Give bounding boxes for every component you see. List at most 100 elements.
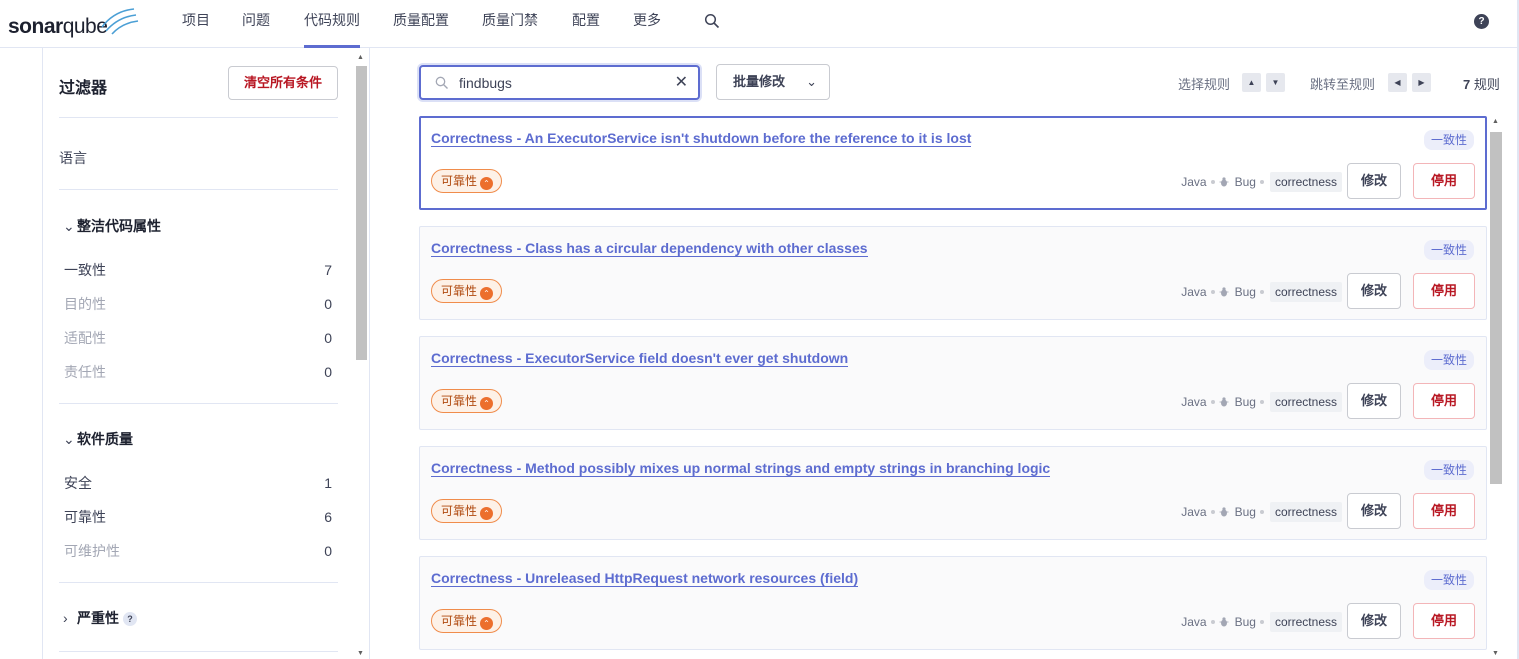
select-previous-rule-button[interactable]: ▲ [1242,73,1261,92]
rule-title-link[interactable]: Correctness - An ExecutorService isn't s… [431,130,972,147]
rule-type: Bug [1234,175,1256,189]
bug-icon [1219,287,1229,297]
rule-item[interactable]: Correctness - Class has a circular depen… [419,226,1487,320]
rule-type: Bug [1234,285,1256,299]
separator-dot [1259,290,1264,294]
deactivate-rule-button[interactable]: 停用 [1413,603,1475,639]
edit-rule-button[interactable]: 修改 [1347,163,1401,199]
software-quality-impact-badge[interactable]: 可靠性 ⌃ [431,389,503,413]
nav-quality-profiles[interactable]: 质量配置 [393,0,449,48]
facet-item-security[interactable]: 安全 1 [64,473,332,493]
nav-quality-gates[interactable]: 质量门禁 [482,0,538,48]
deactivate-rule-button[interactable]: 停用 [1413,493,1475,529]
rule-meta: Java Bug correctness [1181,392,1342,412]
scroll-down-icon[interactable]: ▼ [1492,650,1499,657]
facet-heading: 软件质量 [77,431,133,447]
software-quality-impact-badge[interactable]: 可靠性 ⌃ [431,609,503,633]
deactivate-rule-button[interactable]: 停用 [1413,273,1475,309]
edit-rule-button[interactable]: 修改 [1347,273,1401,309]
scroll-down-icon[interactable]: ▼ [357,650,364,657]
clear-search-icon[interactable]: ✕ [675,72,688,92]
rule-meta: Java Bug correctness [1181,502,1342,522]
rule-item[interactable]: Correctness - Unreleased HttpRequest net… [419,556,1487,650]
facet-item-consistency[interactable]: 一致性 7 [64,260,332,280]
clean-code-facet-header[interactable]: ⌄ 整洁代码属性 [63,216,161,236]
clean-code-attribute-badge: 一致性 [1423,460,1474,480]
facet-item-reliability[interactable]: 可靠性 6 [64,507,332,527]
nav-rules[interactable]: 代码规则 [304,0,360,48]
rule-tag[interactable]: correctness [1269,172,1342,192]
sidebar-scrollbar[interactable]: ▲ ▼ [355,54,367,659]
scroll-up-icon[interactable]: ▲ [357,54,364,61]
rules-count: 7 规则 [1463,77,1500,92]
separator-dot [1210,290,1215,294]
nav-issues[interactable]: 问题 [242,0,270,48]
bug-icon [1219,397,1229,407]
software-quality-impact-badge[interactable]: 可靠性 ⌃ [431,279,503,303]
nav-more[interactable]: 更多 [633,0,661,48]
nav-administration[interactable]: 配置 [572,0,600,48]
chevron-down-icon: ⌄ [63,431,75,447]
separator-dot [1259,180,1264,184]
severity-facet-header[interactable]: › 严重性? [63,608,137,628]
bulk-change-label: 批量修改 [733,74,786,89]
search-icon[interactable] [704,13,720,29]
help-icon[interactable]: ? [1474,14,1489,29]
clean-code-attribute-badge: 一致性 [1423,240,1474,260]
facet-item-responsibility[interactable]: 责任性 0 [64,362,332,382]
rules-scrollbar[interactable]: ▲ ▼ [1489,118,1503,659]
software-quality-facet-header[interactable]: ⌄ 软件质量 [63,429,133,449]
rule-item[interactable]: Correctness - ExecutorService field does… [419,336,1487,430]
separator-dot [1259,620,1264,624]
severity-high-icon: ⌃ [480,287,494,300]
rule-item[interactable]: Correctness - Method possibly mixes up n… [419,446,1487,540]
deactivate-rule-button[interactable]: 停用 [1413,383,1475,419]
logo-text-bold: sonar [8,15,63,38]
scrollbar-thumb[interactable] [1490,132,1502,484]
rule-language: Java [1181,175,1207,189]
edit-rule-button[interactable]: 修改 [1347,493,1401,529]
clear-all-filters-button[interactable]: 清空所有条件 [228,66,338,100]
sonar-waves-icon [101,8,139,35]
rule-type: Bug [1234,395,1256,409]
language-facet[interactable]: 语言 [59,148,87,168]
select-next-rule-button[interactable]: ▼ [1266,73,1285,92]
software-quality-impact-badge[interactable]: 可靠性 ⌃ [431,169,503,193]
rule-item[interactable]: Correctness - An ExecutorService isn't s… [419,116,1487,210]
jump-to-rule-label: 跳转至规则 [1310,77,1376,92]
rule-language: Java [1181,615,1207,629]
edit-rule-button[interactable]: 修改 [1347,603,1401,639]
rule-meta: Java Bug correctness [1181,172,1342,192]
rule-tag[interactable]: correctness [1269,392,1342,412]
rule-language: Java [1181,505,1207,519]
nav-projects[interactable]: 项目 [182,0,210,48]
rule-language: Java [1181,395,1207,409]
rule-title-link[interactable]: Correctness - ExecutorService field does… [431,350,849,367]
facet-item-intentionality[interactable]: 目的性 0 [64,294,332,314]
severity-high-icon: ⌃ [480,617,494,630]
deactivate-rule-button[interactable]: 停用 [1413,163,1475,199]
help-icon[interactable]: ? [123,612,137,626]
software-quality-impact-badge[interactable]: 可靠性 ⌃ [431,499,503,523]
edit-rule-button[interactable]: 修改 [1347,383,1401,419]
separator-dot [1210,400,1215,404]
separator-dot [1259,400,1264,404]
rule-title-link[interactable]: Correctness - Unreleased HttpRequest net… [431,570,859,587]
divider [59,582,338,583]
chevron-right-icon: › [63,610,68,626]
search-icon [435,76,448,89]
rule-title-link[interactable]: Correctness - Class has a circular depen… [431,240,868,257]
scroll-up-icon[interactable]: ▲ [1492,118,1499,125]
jump-previous-rule-button[interactable]: ◀ [1388,73,1407,92]
rule-tag[interactable]: correctness [1269,502,1342,522]
search-input[interactable] [459,73,659,93]
facet-item-maintainability[interactable]: 可维护性 0 [64,541,332,561]
clean-code-attribute-badge: 一致性 [1423,130,1474,150]
bulk-change-button[interactable]: 批量修改 ⌄ [716,64,830,100]
facet-item-adaptability[interactable]: 适配性 0 [64,328,332,348]
scrollbar-thumb[interactable] [356,66,367,360]
rule-title-link[interactable]: Correctness - Method possibly mixes up n… [431,460,1051,477]
jump-next-rule-button[interactable]: ▶ [1412,73,1431,92]
rule-tag[interactable]: correctness [1269,612,1342,632]
rule-tag[interactable]: correctness [1269,282,1342,302]
